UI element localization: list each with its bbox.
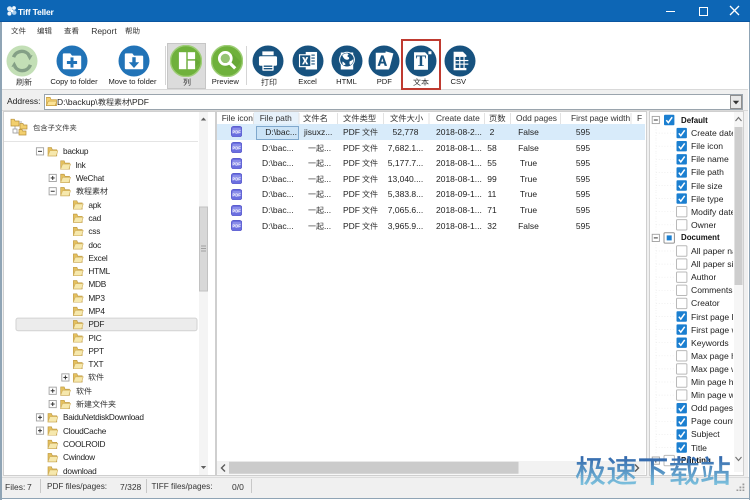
svg-text:PDF: PDF (232, 224, 241, 229)
svg-text:PDF: PDF (232, 145, 241, 150)
svg-text:PDF: PDF (232, 177, 241, 182)
svg-text:PDF: PDF (232, 208, 241, 213)
svg-text:PDF: PDF (232, 161, 241, 166)
svg-text:PDF: PDF (232, 192, 241, 197)
svg-text:PDF: PDF (232, 130, 241, 135)
